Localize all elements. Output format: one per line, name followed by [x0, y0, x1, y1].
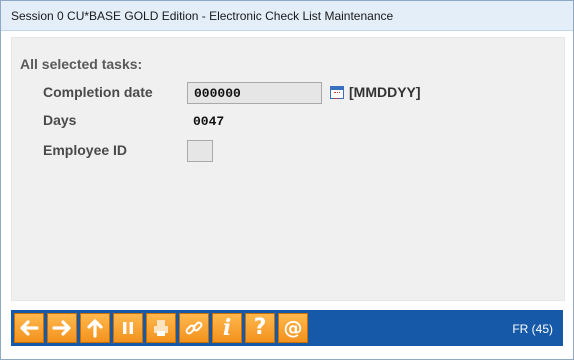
- completion-date-label: Completion date: [43, 84, 153, 100]
- info-icon: i: [222, 315, 232, 341]
- days-label: Days: [43, 112, 77, 128]
- section-label: All selected tasks:: [20, 56, 143, 72]
- status-code: FR (45): [512, 322, 553, 336]
- completion-date-input[interactable]: 000000: [187, 82, 322, 104]
- question-icon: ?: [253, 315, 267, 340]
- employee-id-input[interactable]: [187, 140, 213, 162]
- forward-button[interactable]: [47, 313, 77, 343]
- help-button[interactable]: ?: [245, 313, 275, 343]
- calendar-icon[interactable]: [330, 86, 344, 99]
- arrow-up-icon: [87, 319, 103, 338]
- pause-button[interactable]: [113, 313, 143, 343]
- employee-id-label: Employee ID: [43, 142, 128, 158]
- print-button[interactable]: [146, 313, 176, 343]
- at-icon: @: [283, 316, 303, 339]
- printer-icon: [154, 320, 168, 336]
- pause-icon: [123, 322, 133, 334]
- window-title: Session 0 CU*BASE GOLD Edition - Electro…: [11, 9, 394, 23]
- toolbar: i ? @ FR (45): [11, 310, 563, 346]
- link-button[interactable]: [179, 313, 209, 343]
- email-button[interactable]: @: [278, 313, 308, 343]
- app-window: Session 0 CU*BASE GOLD Edition - Electro…: [0, 0, 574, 360]
- form-panel: All selected tasks: Completion date 0000…: [11, 37, 565, 301]
- arrow-right-icon: [52, 320, 71, 336]
- title-bar: Session 0 CU*BASE GOLD Edition - Electro…: [1, 1, 573, 31]
- up-button[interactable]: [80, 313, 110, 343]
- back-button[interactable]: [14, 313, 44, 343]
- link-icon: [185, 321, 203, 335]
- info-button[interactable]: i: [212, 313, 242, 343]
- days-value: 0047: [193, 114, 225, 129]
- arrow-left-icon: [20, 320, 39, 336]
- date-format-hint: [MMDDYY]: [349, 84, 421, 100]
